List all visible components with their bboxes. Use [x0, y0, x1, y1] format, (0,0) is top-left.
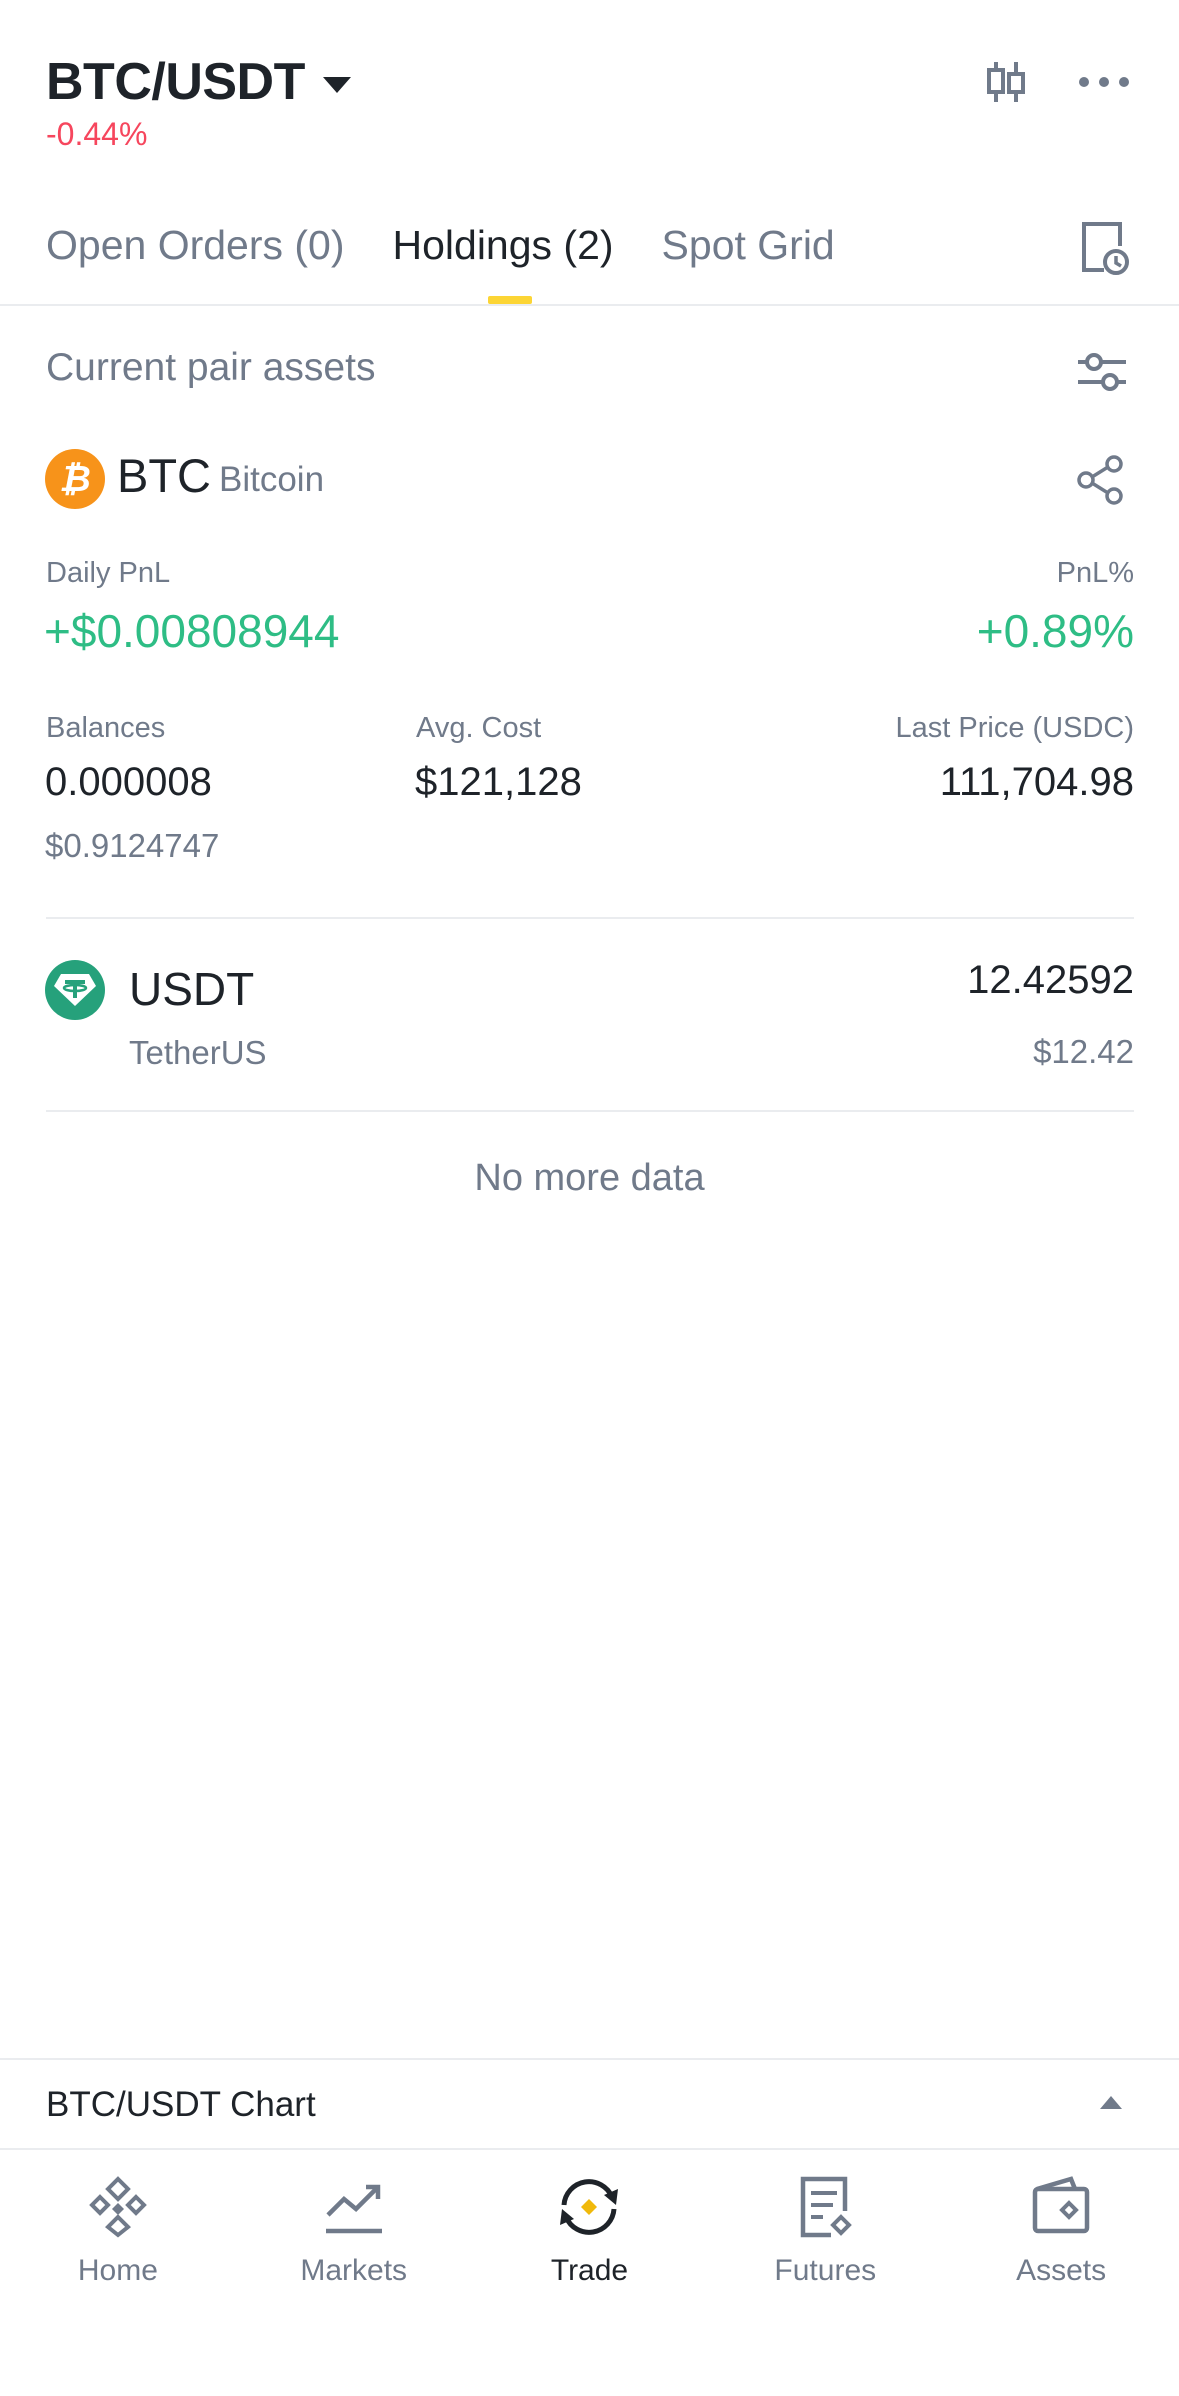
- candlestick-icon[interactable]: [976, 52, 1036, 112]
- nav-trade[interactable]: Trade: [472, 2150, 708, 2396]
- filter-sliders-icon[interactable]: [1074, 344, 1134, 404]
- last-price-value: 111,704.98: [939, 760, 1134, 804]
- tab-bar: Open Orders (0) Holdings (2) Spot Grid: [46, 222, 835, 269]
- avg-cost-label: Avg. Cost: [416, 712, 542, 744]
- home-icon: [83, 2172, 153, 2242]
- nav-label: Markets: [300, 2254, 408, 2287]
- nav-futures[interactable]: Futures: [707, 2150, 943, 2396]
- price-change: -0.44%: [46, 116, 148, 152]
- tab-spot-grid[interactable]: Spot Grid: [662, 222, 835, 269]
- daily-pnl-value: +$0.00808944: [44, 605, 340, 657]
- divider: [0, 304, 1179, 306]
- pair-selector[interactable]: BTC/USDT: [46, 52, 351, 112]
- assets-icon: [1026, 2172, 1096, 2242]
- share-icon[interactable]: [1072, 452, 1128, 508]
- nav-assets[interactable]: Assets: [943, 2150, 1179, 2396]
- no-more-data-text: No more data: [474, 1157, 705, 1199]
- pair-title: BTC/USDT: [46, 53, 305, 111]
- balance-usd: $0.9124747: [45, 827, 220, 864]
- tab-open-orders[interactable]: Open Orders (0): [46, 222, 345, 269]
- asset-amount-usd: $12.42: [1033, 1033, 1134, 1070]
- trade-icon: [554, 2172, 624, 2242]
- asset-symbol: USDT: [129, 963, 255, 1015]
- balances-label: Balances: [46, 712, 166, 744]
- nav-markets[interactable]: Markets: [236, 2150, 472, 2396]
- section-title: Current pair assets: [46, 346, 376, 389]
- nav-label: Assets: [1016, 2254, 1107, 2287]
- caret-down-icon: [322, 77, 351, 93]
- nav-label: Trade: [550, 2254, 629, 2287]
- pnl-pct-label: PnL%: [1056, 557, 1134, 589]
- futures-icon: [790, 2172, 860, 2242]
- more-dots-icon[interactable]: [1074, 52, 1134, 112]
- tab-indicator: [488, 296, 532, 304]
- nav-label: Futures: [774, 2254, 877, 2287]
- bitcoin-logo-icon: ₿: [45, 449, 105, 509]
- last-price-label: Last Price (USDC): [895, 712, 1135, 744]
- chart-toggle-label[interactable]: BTC/USDT Chart: [46, 2085, 316, 2125]
- asset-amount: 12.42592: [967, 958, 1134, 1002]
- tether-logo-icon: [45, 960, 105, 1020]
- divider: [0, 2058, 1179, 2060]
- tab-holdings[interactable]: Holdings (2): [393, 222, 614, 269]
- divider: [46, 917, 1134, 919]
- asset-symbol: BTC: [117, 449, 211, 502]
- nav-label: Home: [77, 2254, 158, 2287]
- caret-up-icon[interactable]: [1100, 2096, 1122, 2109]
- markets-icon: [319, 2172, 389, 2242]
- avg-cost-value: $121,128: [415, 760, 582, 804]
- nav-home[interactable]: Home: [0, 2150, 236, 2396]
- balance-value: 0.000008: [45, 760, 212, 804]
- daily-pnl-label: Daily PnL: [46, 557, 171, 589]
- bottom-nav: Home Markets Trade Futures Assets: [0, 2150, 1179, 2396]
- order-history-icon[interactable]: [1076, 220, 1132, 276]
- asset-name: TetherUS: [129, 1034, 267, 1071]
- pnl-pct-value: +0.89%: [976, 605, 1134, 657]
- divider: [46, 1110, 1134, 1112]
- asset-name: Bitcoin: [219, 460, 325, 499]
